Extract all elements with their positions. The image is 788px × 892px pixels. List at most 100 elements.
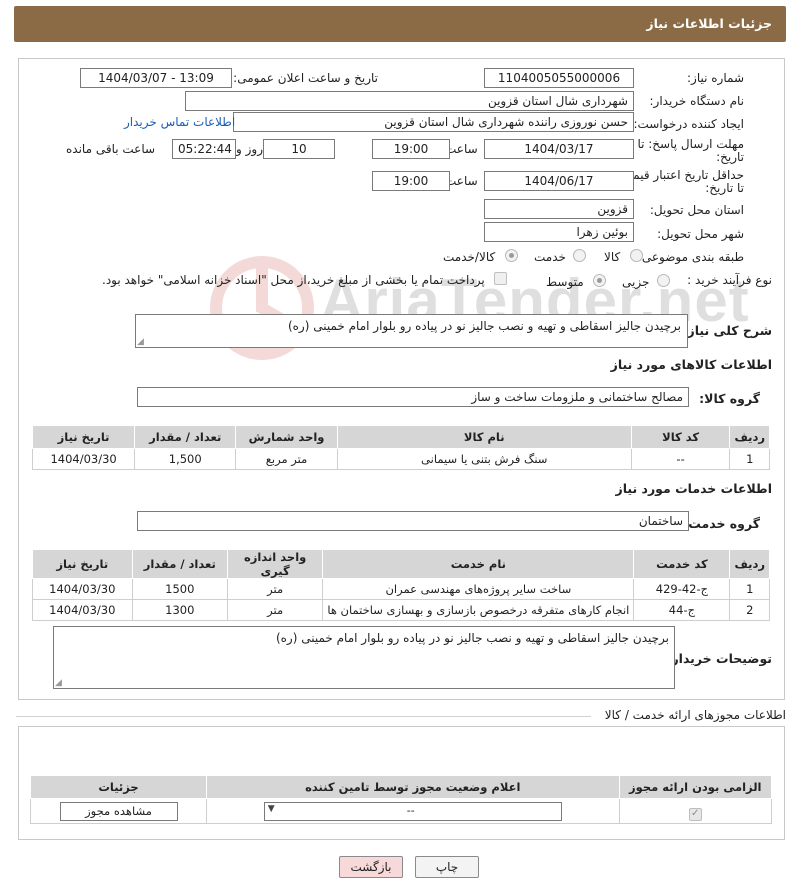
col-goods-code: کد کالا [630,425,731,449]
validity-time-field: 19:00 [372,171,450,191]
announce-field: 1404/03/07 - 13:09 [80,68,232,88]
table-row: ✓ -- ▼ مشاهده مجوز [30,798,772,824]
cell-code: ج-42-429 [633,578,731,600]
cell-unit: متر [226,599,324,621]
col-unit: واحد اندازه گیری [226,549,324,579]
validity-label: حداقل تاریخ اعتبار قیمت: [617,168,744,182]
back-button[interactable]: بازگشت [339,856,403,878]
resize-handle-icon[interactable]: ◢ [137,337,144,347]
need-number-field: 1104005055000006 [484,68,634,88]
cell-code: -- [630,448,731,470]
treasury-payment-checkbox[interactable] [494,272,507,285]
category-option-service: خدمت [534,250,566,264]
permits-title-divider [16,716,591,717]
print-button[interactable]: چاپ [415,856,479,878]
permits-table-header: الزامی بودن ارائه مجوز اعلام وضعیت مجوز … [30,775,772,799]
cell-row: 1 [729,448,770,470]
cell-name: انجام کارهای متفرقه درخصوص بازسازی و بهس… [322,599,635,621]
col-permit-required: الزامی بودن ارائه مجوز [618,775,772,799]
col-row: ردیف [729,425,770,449]
deadline-date-field: 1404/03/17 [484,139,634,159]
page-title: جزئیات اطلاعات نیاز [646,16,772,31]
permit-status-select[interactable]: -- ▼ [263,801,562,821]
page-header: جزئیات اطلاعات نیاز [14,6,786,42]
deadline-label-date: تاریخ: [716,150,744,164]
goods-section-title: اطلاعات کالاهای مورد نیاز [610,357,772,372]
province-label: استان محل تحویل: [649,203,744,217]
col-permit-details: جزئیات [30,775,207,799]
buyer-org-field: شهرداری شال استان قزوین [185,91,634,111]
table-row: 1 -- سنگ فرش بتنی یا سیمانی متر مربع 1,5… [31,448,770,470]
deadline-time-field: 19:00 [372,139,450,159]
cell-unit: متر [226,578,324,600]
cell-row: 1 [729,578,770,600]
permit-required-checkbox: ✓ [688,808,702,821]
cell-quantity: 1,500 [134,448,237,470]
services-group-field: ساختمان [137,511,689,531]
cell-row: 2 [729,599,770,621]
watermark-logo-icon [210,256,314,360]
buyer-notes-label: توضیحات خریدار: [666,651,772,666]
category-radio-service[interactable] [573,249,586,262]
resize-handle-icon[interactable]: ◢ [55,678,62,688]
category-radio-goods-service[interactable] [505,249,518,262]
col-service-code: کد خدمت [633,549,731,579]
city-label: شهر محل تحویل: [657,227,744,241]
description-textarea[interactable]: برچیدن جالیز اسقاطی و تهیه و نصب جالیز ن… [135,314,688,348]
table-row: 2 ج-44 انجام کارهای متفرقه درخصوص بازساز… [32,599,770,621]
cell-date: 1404/03/30 [31,448,136,470]
cell-name: سنگ فرش بتنی یا سیمانی [336,448,632,470]
process-option-minor: جزیی [622,275,650,289]
col-quantity: تعداد / مقدار [134,425,237,449]
cell-quantity: 1500 [131,578,228,600]
contact-buyer-link[interactable]: اطلاعات تماس خریدار [124,115,235,129]
validity-label-date: تا تاریخ: [705,181,744,195]
validity-date-field: 1404/06/17 [484,171,634,191]
need-number-label: شماره نیاز: [687,71,744,85]
process-label: نوع فرآیند خرید : [687,273,772,287]
creator-label: ایجاد کننده درخواست: [633,117,744,131]
process-radio-minor[interactable] [657,274,670,287]
col-need-date: تاریخ نیاز [32,549,133,579]
category-option-goods: کالا [604,250,621,264]
services-section-title: اطلاعات خدمات مورد نیاز [615,481,773,496]
chevron-down-icon: ▼ [267,803,275,814]
days-field: 10 [263,139,335,159]
col-service-name: نام خدمت [322,549,635,579]
deadline-label: مهلت ارسال پاسخ: تا [637,137,744,151]
view-permit-button[interactable]: مشاهده مجوز [59,801,178,821]
creator-field: حسن نوروزی راننده شهرداری شال استان قزوی… [233,112,634,132]
col-row: ردیف [729,549,770,579]
col-unit: واحد شمارش [235,425,338,449]
payment-note: پرداخت تمام یا بخشی از مبلغ خرید،از محل … [102,273,485,287]
cell-date: 1404/03/30 [32,578,133,600]
goods-table: ردیف کد کالا نام کالا واحد شمارش تعداد /… [31,425,770,470]
remaining-label: ساعت باقی مانده [66,142,156,156]
process-option-medium: متوسط [546,275,584,289]
cell-name: ساخت سایر پروژه‌های مهندسی عمران [322,578,635,600]
table-row: 1 ج-42-429 ساخت سایر پروژه‌های مهندسی عم… [32,578,770,600]
cell-details: مشاهده مجوز [30,798,207,824]
announce-label: تاریخ و ساعت اعلان عمومی: [233,71,378,85]
col-goods-name: نام کالا [336,425,632,449]
goods-group-field: مصالح ساختمانی و ملزومات ساخت و ساز [137,387,689,407]
permits-title: اطلاعات مجوزهای ارائه خدمت / کالا [604,708,786,722]
buyer-notes-textarea[interactable]: برچیدن جالیز اسقاطی و تهیه و نصب جالیز ن… [53,626,675,689]
services-table-header: ردیف کد خدمت نام خدمت واحد اندازه گیری ت… [32,549,770,579]
category-option-goods-service: کالا/خدمت [443,250,496,264]
province-field: قزوین [484,199,634,219]
permits-table: الزامی بودن ارائه مجوز اعلام وضعیت مجوز … [30,775,772,824]
days-label: روز و [236,142,263,156]
city-field: بوئین زهرا [484,222,634,242]
services-group-label: گروه خدمت: [683,516,760,531]
col-quantity: تعداد / مقدار [131,549,228,579]
services-table: ردیف کد خدمت نام خدمت واحد اندازه گیری ت… [32,549,770,621]
cell-status: -- ▼ [206,798,620,824]
cell-unit: متر مربع [235,448,338,470]
category-label: طبقه بندی موضوعی: [637,250,744,264]
category-radio-goods[interactable] [630,249,643,262]
process-radio-medium[interactable] [593,274,606,287]
cell-code: ج-44 [633,599,731,621]
buyer-org-label: نام دستگاه خریدار: [649,94,745,108]
cell-quantity: 1300 [131,599,228,621]
